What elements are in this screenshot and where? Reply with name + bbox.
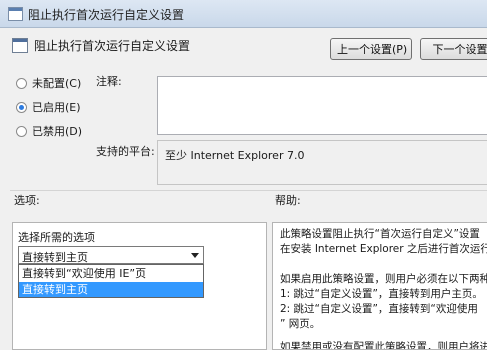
platform-label: 支持的平台: <box>96 145 155 158</box>
setting-title: 阻止执行首次运行自定义设置 <box>34 39 191 53</box>
policy-setting-icon <box>12 38 28 53</box>
dropdown-item-welcome-page[interactable]: 直接转到“欢迎使用 IE”页 <box>19 266 203 281</box>
radio-enabled[interactable]: 已启用(E) <box>16 99 81 115</box>
option-combobox[interactable]: 直接转到主页 <box>18 246 204 264</box>
radio-disabled[interactable]: 已禁用(D) <box>16 123 82 139</box>
radio-not-configured[interactable]: 未配置(C) <box>16 75 81 91</box>
option-dropdown-list: 直接转到“欢迎使用 IE”页 直接转到主页 <box>18 264 204 298</box>
help-panel: 此策略设置阻止执行“首次运行自定义”设置 在安装 Internet Explor… <box>272 222 487 350</box>
help-section-label: 帮助: <box>275 194 301 207</box>
help-text-line: 2: 跳过“自定义设置”，直接转到“欢迎使用 <box>280 303 478 315</box>
section-divider <box>10 190 487 191</box>
previous-setting-button[interactable]: 上一个设置(P) <box>330 38 412 60</box>
help-text-line: 如果启用此策略设置，则用户必须在以下两种 <box>280 273 487 285</box>
next-setting-button[interactable]: 下一个设置 <box>420 38 487 60</box>
help-text-line: 在安装 Internet Explorer 之后进行首次运行 <box>280 243 487 255</box>
help-text-line: 1: 跳过“自定义设置”，直接转到用户主页。 <box>280 288 483 300</box>
comment-label: 注释: <box>96 75 122 88</box>
policy-window-icon <box>8 7 23 21</box>
window-title: 阻止执行首次运行自定义设置 <box>28 8 185 22</box>
radio-not-configured-circle[interactable] <box>16 77 27 89</box>
radio-enabled-label: 已启用(E) <box>32 101 81 114</box>
help-text-line: 如果禁用或没有配置此策略设置，则用户将进 <box>280 341 487 350</box>
help-text-line: ” 网页。 <box>280 318 321 330</box>
radio-disabled-label: 已禁用(D) <box>32 125 83 138</box>
radio-enabled-circle[interactable] <box>16 101 27 113</box>
comment-textarea[interactable] <box>157 76 487 135</box>
select-option-label: 选择所需的选项 <box>18 231 95 244</box>
dropdown-item-home-page[interactable]: 直接转到主页 <box>19 282 203 297</box>
chevron-down-icon[interactable] <box>191 253 199 258</box>
platform-value: 至少 Internet Explorer 7.0 <box>165 149 305 162</box>
options-section-label: 选项: <box>14 194 40 207</box>
combobox-selected-value: 直接转到主页 <box>22 251 88 264</box>
radio-not-configured-label: 未配置(C) <box>32 77 82 90</box>
radio-disabled-circle[interactable] <box>16 125 27 137</box>
platform-box: 至少 Internet Explorer 7.0 <box>157 140 487 185</box>
help-text-line: 此策略设置阻止执行“首次运行自定义”设置 <box>280 228 480 240</box>
